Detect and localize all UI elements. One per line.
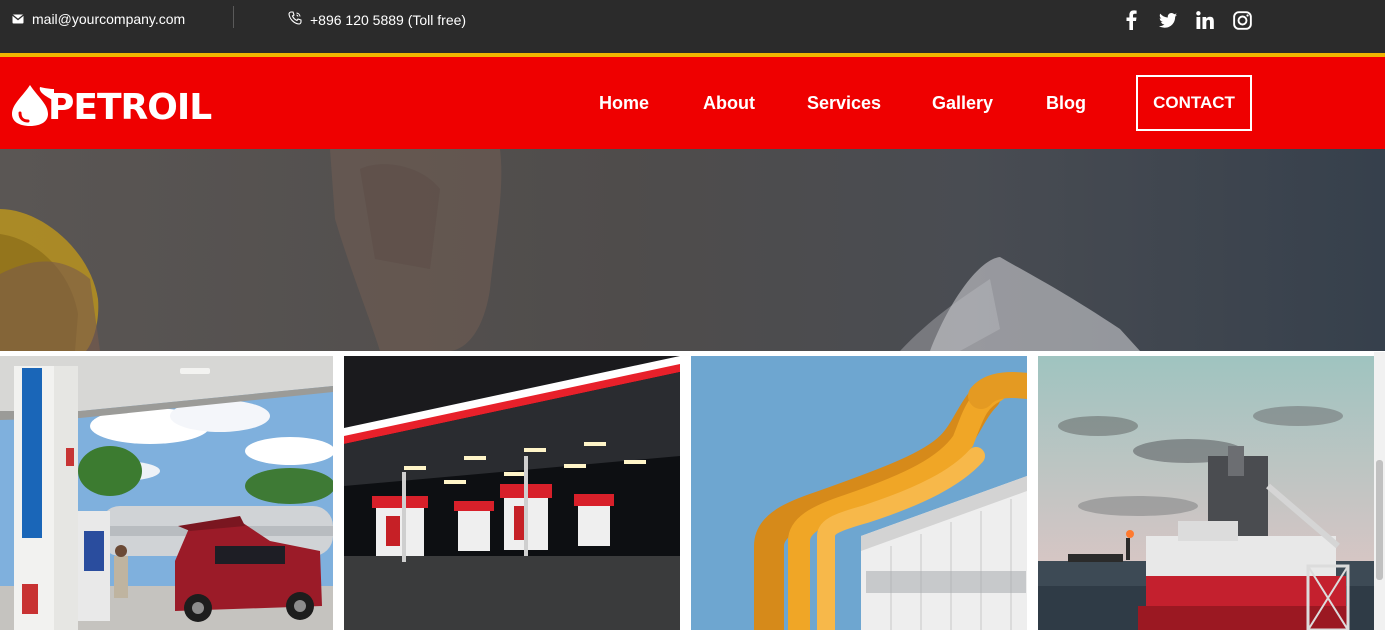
- gallery-tile-offshore-vessel[interactable]: [1038, 356, 1374, 630]
- nav-services[interactable]: Services: [807, 93, 881, 114]
- hero-banner: [0, 149, 1385, 351]
- contact-phone-text: +896 120 5889 (Toll free): [310, 11, 467, 28]
- top-bar: mail@yourcompany.com +896 120 5889 (Toll…: [0, 0, 1385, 53]
- nav-gallery[interactable]: Gallery: [932, 93, 993, 114]
- linkedin-icon[interactable]: [1194, 9, 1216, 31]
- brand-logo[interactable]: PETROIL: [10, 83, 212, 132]
- hero-background-image: [0, 149, 1140, 351]
- gallery-tile-fuel-station-night[interactable]: [344, 356, 680, 630]
- twitter-icon[interactable]: [1157, 9, 1179, 31]
- social-links: [1120, 9, 1253, 31]
- nav-blog[interactable]: Blog: [1046, 93, 1086, 114]
- contact-email-text: mail@yourcompany.com: [32, 11, 186, 27]
- nav-home[interactable]: Home: [599, 93, 649, 114]
- facebook-icon[interactable]: [1120, 9, 1142, 31]
- phone-icon: [288, 11, 302, 28]
- brand-name: PETROIL: [48, 86, 212, 128]
- contact-email[interactable]: mail@yourcompany.com: [12, 11, 185, 27]
- page-scrollbar[interactable]: [1374, 352, 1385, 630]
- scrollbar-thumb[interactable]: [1376, 460, 1383, 580]
- contact-phone[interactable]: +896 120 5889 (Toll free): [288, 11, 466, 28]
- main-navbar: PETROIL Home About Services Gallery Blog…: [0, 57, 1385, 149]
- gallery-tile-fuel-station-day[interactable]: [0, 356, 333, 630]
- gallery-tile-industrial-pipes[interactable]: [691, 356, 1027, 630]
- nav-about[interactable]: About: [703, 93, 755, 114]
- contact-button[interactable]: CONTACT: [1136, 75, 1252, 131]
- envelope-icon: [12, 11, 24, 27]
- topbar-divider: [233, 6, 234, 28]
- instagram-icon[interactable]: [1231, 9, 1253, 31]
